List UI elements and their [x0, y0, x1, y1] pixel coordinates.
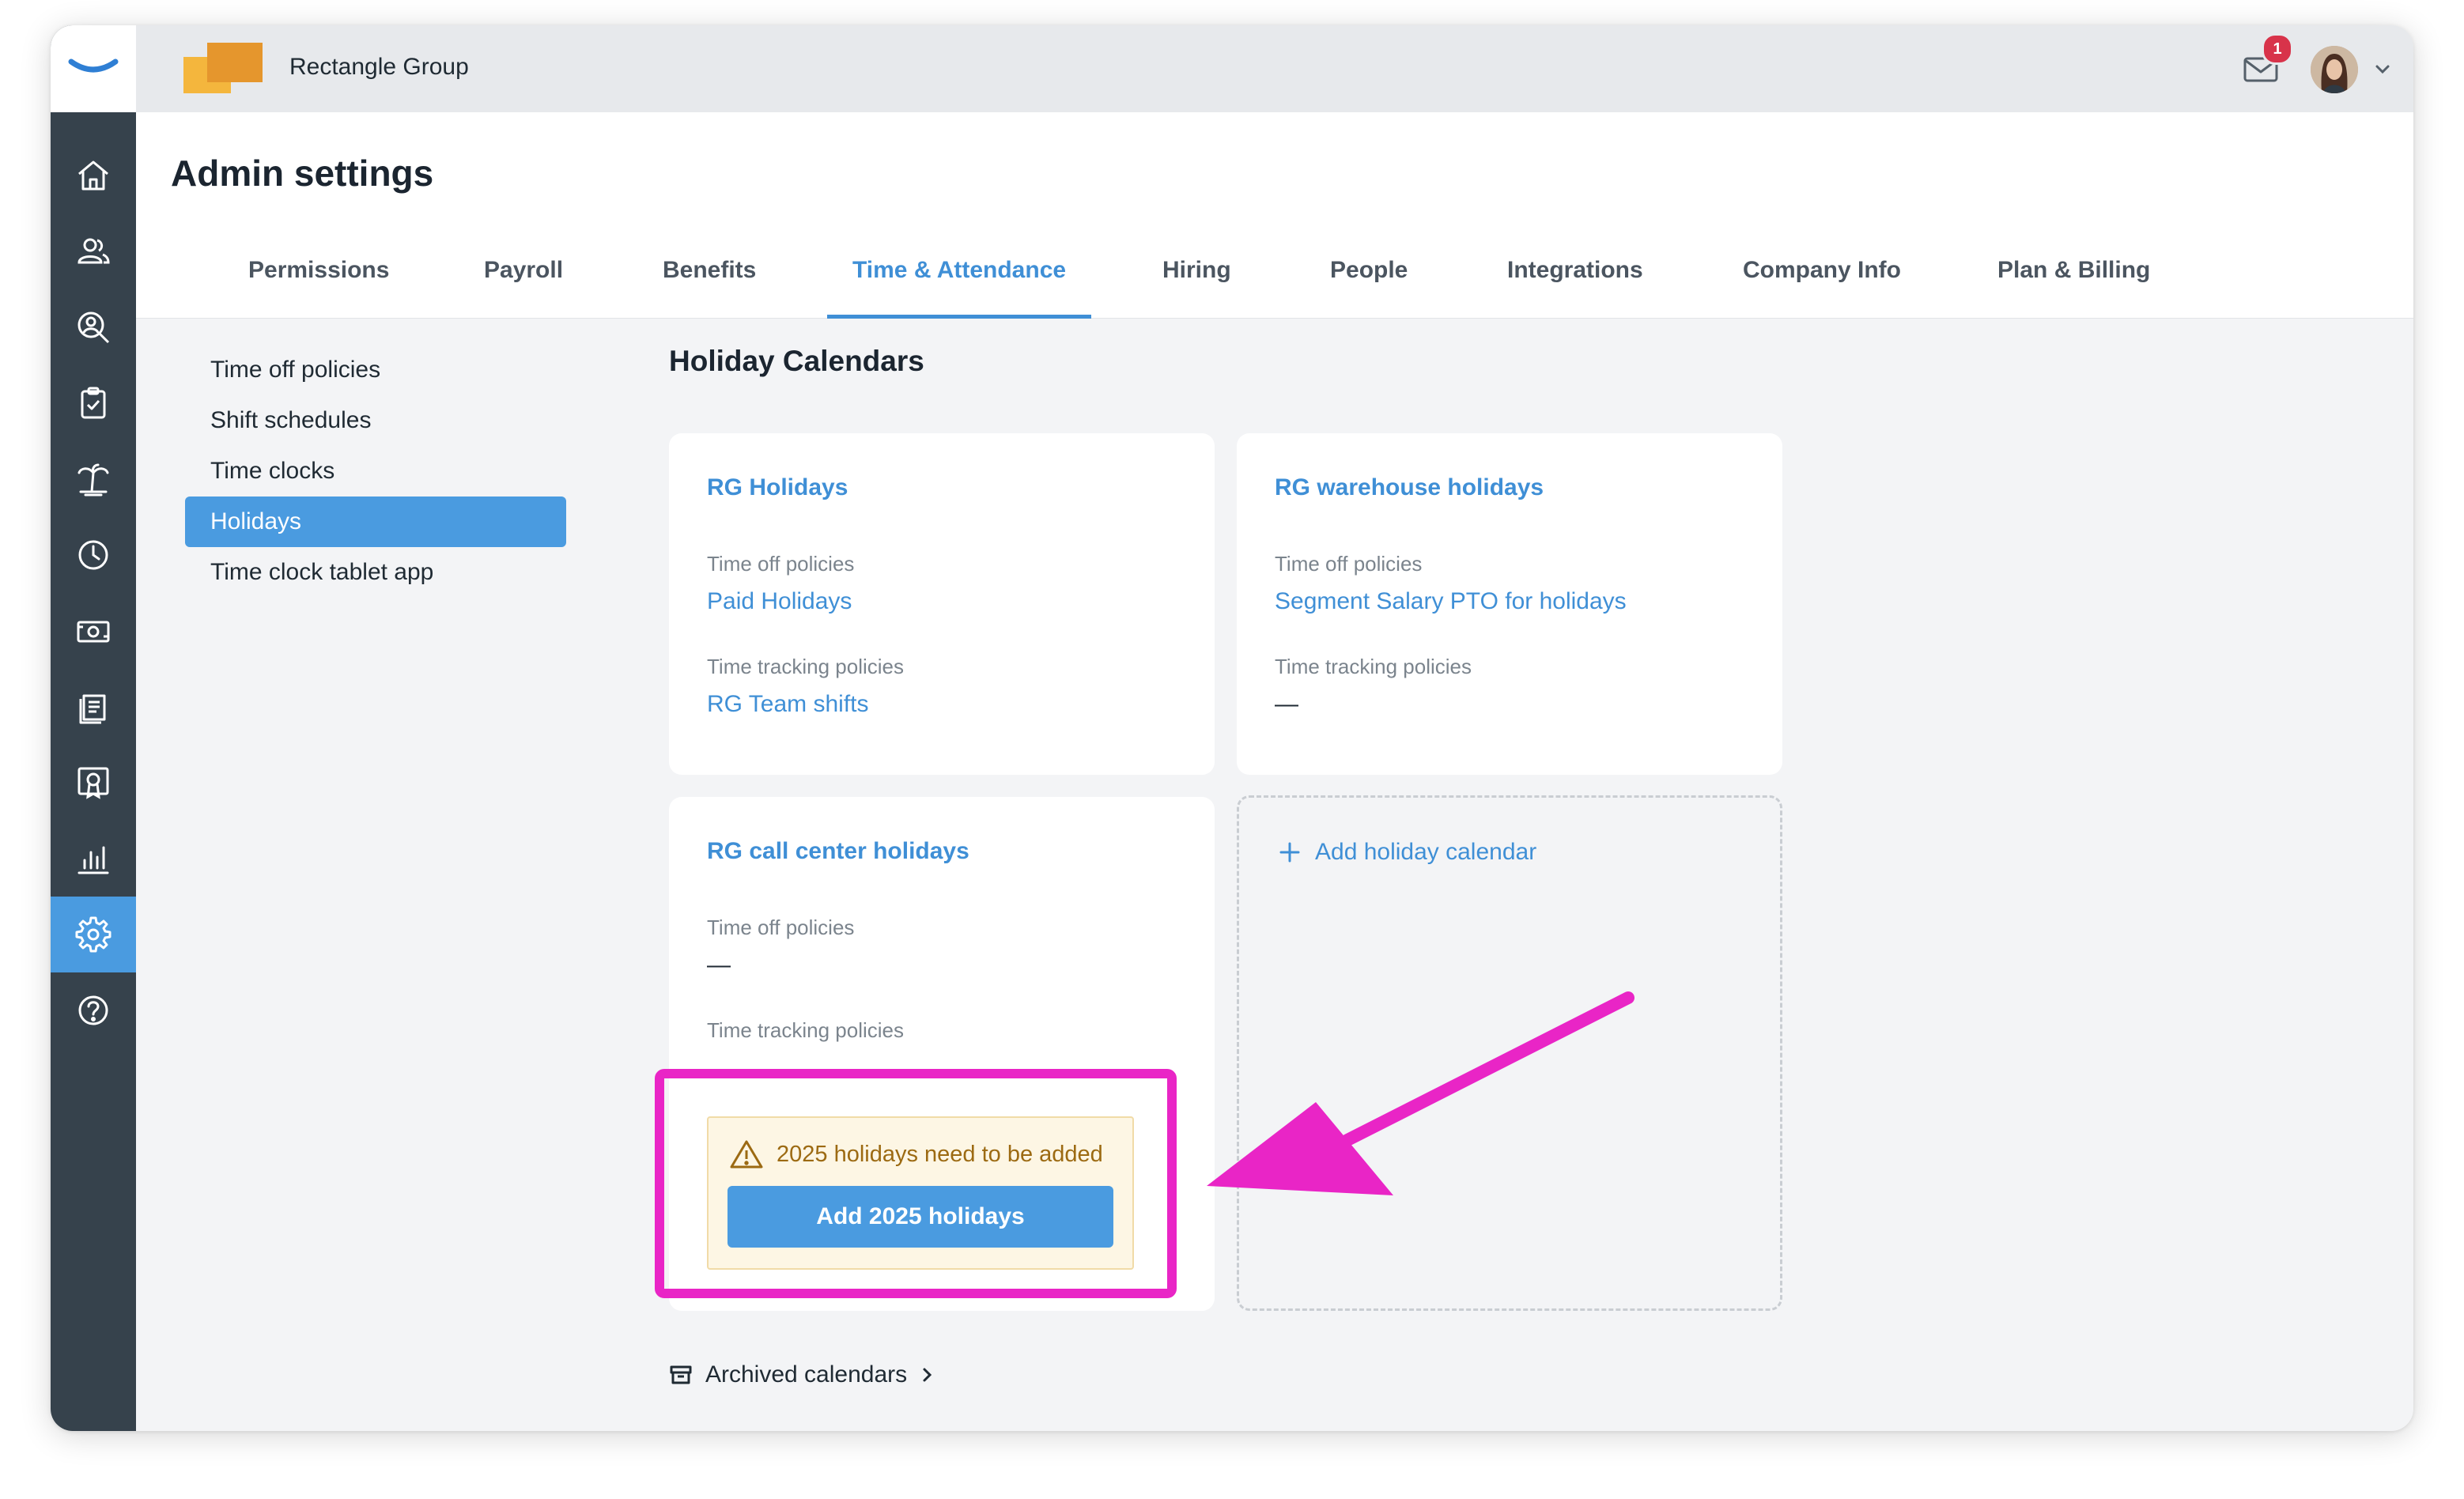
tab-benefits[interactable]: Benefits	[637, 248, 781, 315]
home-icon	[78, 160, 108, 191]
user-photo-icon	[2311, 46, 2358, 93]
clipboard-check-icon	[81, 387, 106, 419]
tab-plan-billing[interactable]: Plan & Billing	[1972, 248, 2175, 315]
holiday-calendar-card: RG Holidays Time off policies Paid Holid…	[669, 433, 1215, 775]
add-holiday-calendar-label: Add holiday calendar	[1315, 839, 1537, 865]
top-bar: Rectangle Group 1	[136, 25, 2413, 112]
company-name[interactable]: Rectangle Group	[289, 54, 469, 81]
tab-people[interactable]: People	[1305, 248, 1433, 315]
avatar[interactable]	[2311, 46, 2358, 93]
sidebar-item-home[interactable]	[51, 138, 136, 213]
time-off-policy-link[interactable]: Paid Holidays	[707, 588, 852, 615]
sidebar-item-help[interactable]	[51, 972, 136, 1048]
money-icon	[77, 621, 110, 643]
help-icon	[78, 995, 108, 1025]
chart-icon	[77, 846, 109, 874]
palm-tree-icon	[77, 463, 109, 497]
time-off-label: Time off policies	[707, 552, 855, 576]
sidebar-item-time-off[interactable]	[51, 441, 136, 517]
chevron-right-icon	[923, 1368, 932, 1382]
documents-icon	[79, 694, 106, 724]
tab-time-attendance[interactable]: Time & Attendance	[827, 248, 1092, 319]
time-tracking-policy-link[interactable]: RG Team shifts	[707, 691, 869, 718]
archived-calendars-link[interactable]: Archived calendars	[669, 1361, 934, 1388]
time-tracking-label: Time tracking policies	[707, 1018, 905, 1042]
company-logo	[183, 43, 263, 98]
time-off-policy-link[interactable]: Segment Salary PTO for holidays	[1275, 588, 1627, 615]
time-off-label: Time off policies	[1275, 552, 1423, 576]
sidebar-item-hiring[interactable]	[51, 289, 136, 365]
time-off-label: Time off policies	[707, 916, 855, 939]
sidebar-item-time-tracking[interactable]	[51, 517, 136, 593]
app-logo[interactable]	[51, 25, 136, 112]
time-off-empty: —	[707, 952, 731, 978]
menu-item-time-off-policies[interactable]: Time off policies	[185, 345, 566, 395]
page-title: Admin settings	[171, 153, 434, 194]
notification-badge: 1	[2262, 33, 2293, 65]
sidebar-item-training[interactable]	[51, 745, 136, 821]
sidebar-item-payroll[interactable]	[51, 593, 136, 669]
tab-integrations[interactable]: Integrations	[1482, 248, 1668, 315]
sidebar-item-people[interactable]	[51, 213, 136, 289]
time-tracking-label: Time tracking policies	[707, 655, 905, 678]
chevron-down-icon[interactable]	[2372, 59, 2393, 79]
menu-item-time-clock-tablet-app[interactable]: Time clock tablet app	[185, 547, 566, 598]
add-holiday-calendar-link[interactable]: Add holiday calendar	[1279, 839, 1536, 866]
add-holiday-calendar-card[interactable]: Add holiday calendar	[1237, 795, 1782, 1311]
menu-item-time-clocks[interactable]: Time clocks	[185, 446, 566, 497]
sidebar	[51, 25, 136, 1431]
tab-permissions[interactable]: Permissions	[223, 248, 414, 315]
menu-item-holidays[interactable]: Holidays	[185, 497, 566, 547]
plus-icon	[1279, 842, 1300, 863]
page-header: Admin settings Permissions Payroll Benef…	[136, 112, 2413, 319]
sidebar-item-tasks[interactable]	[51, 365, 136, 441]
sidebar-item-reports[interactable]	[51, 821, 136, 897]
time-tracking-label: Time tracking policies	[1275, 655, 1472, 678]
card-title-link[interactable]: RG call center holidays	[707, 838, 969, 865]
certificate-icon	[77, 767, 109, 799]
archived-calendars-label: Archived calendars	[705, 1361, 908, 1388]
tab-payroll[interactable]: Payroll	[459, 248, 588, 315]
sidebar-item-settings[interactable]	[51, 897, 136, 972]
tab-hiring[interactable]: Hiring	[1137, 248, 1257, 315]
card-title-link[interactable]: RG Holidays	[707, 474, 848, 501]
app-window: Rectangle Group 1 Admin settings Permiss…	[51, 25, 2413, 1431]
smile-logo-icon	[68, 59, 119, 73]
card-title-link[interactable]: RG warehouse holidays	[1275, 474, 1544, 501]
sidebar-item-documents[interactable]	[51, 669, 136, 745]
search-person-icon	[77, 312, 110, 344]
gear-icon	[75, 916, 111, 953]
menu-item-shift-schedules[interactable]: Shift schedules	[185, 395, 566, 446]
tab-company-info[interactable]: Company Info	[1718, 248, 1926, 315]
section-title: Holiday Calendars	[669, 345, 924, 377]
archive-box-icon	[670, 1365, 692, 1384]
people-icon	[77, 238, 110, 264]
highlight-box	[655, 1069, 1177, 1298]
time-tracking-empty: —	[1275, 691, 1298, 717]
holiday-calendar-card: RG warehouse holidays Time off policies …	[1237, 433, 1782, 775]
clock-icon	[78, 540, 108, 570]
